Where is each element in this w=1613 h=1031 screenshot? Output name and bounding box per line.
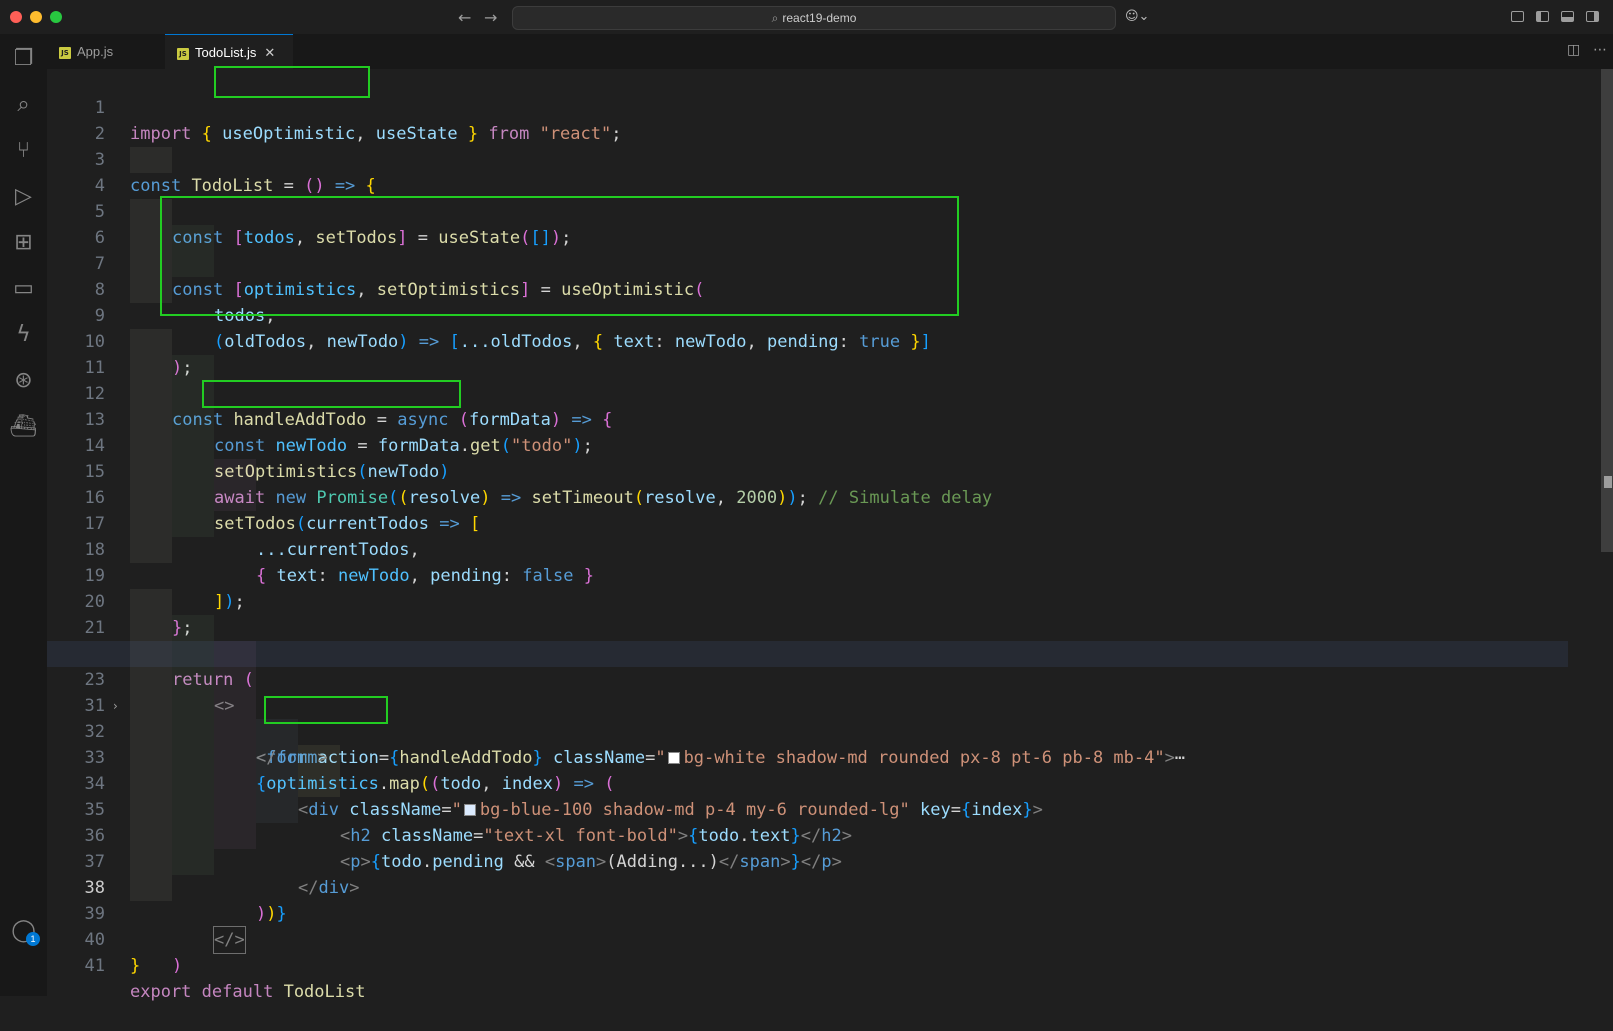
code-line: 17 { text: newTodo, pending: false } xyxy=(47,485,1547,586)
code-line: 6 const [optimistics, setOptimistics] = … xyxy=(47,199,1547,300)
code-line: 34 <h2 className="text-xl font-bold">{to… xyxy=(47,745,1547,846)
search-icon: ⌕ xyxy=(771,11,779,25)
accounts-badge: 1 xyxy=(26,932,40,946)
code-line: 20 xyxy=(47,563,1547,612)
customize-layout-icon[interactable] xyxy=(1511,11,1524,22)
code-line: 21 return ( xyxy=(47,589,1547,690)
code-line: 36 </div> xyxy=(47,797,1547,898)
code-line: 7 todos, xyxy=(47,225,1547,326)
code-line: 32 {optimistics.map((todo, index) => ( xyxy=(47,693,1547,794)
command-center-search[interactable]: ⌕ react19-demo xyxy=(512,6,1116,30)
code-line: 38 </> xyxy=(47,849,1547,954)
activity-bar: ❐ ⌕ ⑂ ▷ ⊞ ▭ ϟ ⊛ ⛴ ◯ 1 xyxy=(0,34,48,996)
code-line: 8 (oldTodos, newTodo) => [...oldTodos, {… xyxy=(47,251,1547,352)
lightning-icon[interactable]: ϟ xyxy=(0,322,47,347)
code-line: 2 xyxy=(47,95,1547,144)
toggle-primary-sidebar-icon[interactable] xyxy=(1536,11,1549,22)
remote-explorer-icon[interactable]: ▭ xyxy=(0,276,47,301)
code-line: 39 ) xyxy=(47,875,1547,976)
code-line: 13 setOptimistics(newTodo) xyxy=(47,381,1547,482)
code-line: 3 const TodoList = () => { xyxy=(47,121,1547,196)
tab-todolist-js[interactable]: JS TodoList.js ✕ xyxy=(165,34,293,69)
scrollbar-cursor-marker xyxy=(1604,476,1612,488)
search-icon[interactable]: ⌕ xyxy=(0,92,47,117)
toggle-panel-icon[interactable] xyxy=(1561,11,1574,22)
code-line: 16 ...currentTodos, xyxy=(47,459,1547,560)
zoom-window-button[interactable] xyxy=(50,11,62,23)
code-line: 22 <> xyxy=(47,615,1547,716)
editor-tab-bar: JS App.js JS TodoList.js ✕ ◫ ⋯ xyxy=(47,34,1613,70)
code-line: 11 const handleAddTodo = async (formData… xyxy=(47,329,1547,430)
git-graph-icon[interactable]: ⊛ xyxy=(0,368,47,393)
back-arrow-icon[interactable]: ← xyxy=(458,8,471,27)
code-line: 18 ]); xyxy=(47,511,1547,612)
toggle-secondary-sidebar-icon[interactable] xyxy=(1586,11,1599,22)
workspace-name: react19-demo xyxy=(782,11,857,25)
tab-label: App.js xyxy=(77,44,114,59)
javascript-file-icon: JS xyxy=(59,46,71,59)
tab-label: TodoList.js xyxy=(195,45,257,60)
code-line: 4 const [todos, setTodos] = useState([])… xyxy=(47,147,1547,248)
code-line: 40 } xyxy=(47,901,1547,976)
code-line: 1 import { useOptimistic, useState } fro… xyxy=(47,69,1547,144)
title-bar: ← → ⌕ react19-demo ☺⌄ xyxy=(0,0,1613,35)
explorer-icon[interactable]: ❐ xyxy=(0,46,47,71)
copilot-icon[interactable]: ☺⌄ xyxy=(1125,9,1149,24)
run-debug-icon[interactable]: ▷ xyxy=(0,184,47,209)
close-tab-icon[interactable]: ✕ xyxy=(264,46,275,61)
source-control-icon[interactable]: ⑂ xyxy=(0,138,47,163)
code-line: 12 const newTodo = formData.get("todo"); xyxy=(47,355,1547,456)
code-line: 5 xyxy=(47,173,1547,222)
code-line: 9 ); xyxy=(47,277,1547,378)
minimize-window-button[interactable] xyxy=(30,11,42,23)
code-line: 41 export default TodoList xyxy=(47,927,1547,1002)
code-line-current: 23 › <form action={handleAddTodo} classN… xyxy=(47,641,1568,768)
tab-app-js[interactable]: JS App.js xyxy=(47,34,165,69)
javascript-file-icon: JS xyxy=(177,47,189,60)
extensions-icon[interactable]: ⊞ xyxy=(0,230,47,255)
code-line: 15 setTodos(currentTodos => [ xyxy=(47,433,1547,534)
code-line: 35 <p>{todo.pending && <span>(Adding...)… xyxy=(47,771,1547,872)
code-line: 31 </form> xyxy=(47,667,1547,768)
code-line: 19 }; xyxy=(47,537,1547,638)
more-actions-icon[interactable]: ⋯ xyxy=(1593,42,1607,58)
code-line: 10 xyxy=(47,303,1547,352)
forward-arrow-icon[interactable]: → xyxy=(484,8,497,27)
code-line: 37 ))} xyxy=(47,823,1547,924)
line-number: 41 xyxy=(84,956,105,976)
code-editor[interactable]: 1 import { useOptimistic, useState } fro… xyxy=(47,66,1613,1002)
code-line: 14 await new Promise((resolve) => setTim… xyxy=(47,407,1547,508)
code-line: 33 <div className=" bg-blue-100 shadow-md… xyxy=(47,719,1547,820)
close-window-button[interactable] xyxy=(10,11,22,23)
docker-icon[interactable]: ⛴ xyxy=(0,414,47,439)
split-editor-icon[interactable]: ◫ xyxy=(1567,42,1580,58)
